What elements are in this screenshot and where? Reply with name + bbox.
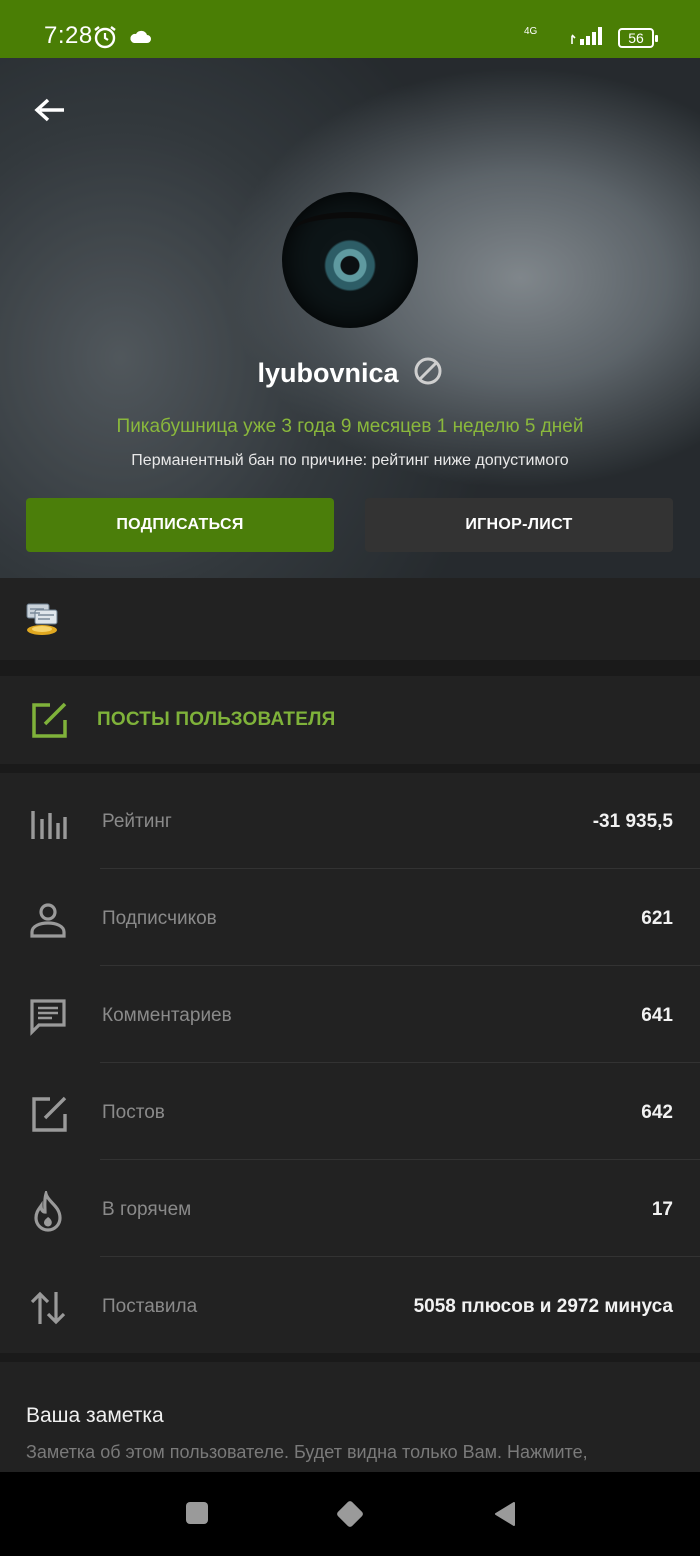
username-row: lyubovnica [0, 356, 700, 391]
stat-row-rating: Рейтинг -31 935,5 [0, 773, 700, 869]
flame-icon [28, 1187, 68, 1232]
stat-row-posts: Постов 642 [0, 1064, 700, 1160]
person-icon [28, 900, 68, 940]
stat-label: Рейтинг [102, 811, 172, 832]
stat-label: Подписчиков [102, 908, 217, 929]
stat-value: 621 [641, 908, 673, 929]
alarm-icon [92, 24, 118, 55]
back-button[interactable] [30, 91, 70, 131]
member-since: Пикабушница уже 3 года 9 месяцев 1 недел… [116, 416, 584, 437]
stat-label: Комментариев [102, 1005, 232, 1026]
status-bar: 7:28 4G 56 [0, 0, 700, 58]
stat-row-votes: Поставила 5058 плюсов и 2972 минуса [0, 1258, 700, 1354]
separator [0, 660, 700, 676]
user-note[interactable]: Ваша заметка Заметка об этом пользовател… [0, 1362, 700, 1472]
ignore-list-button[interactable]: ИГНОР-ЛИСТ [365, 498, 673, 552]
edit-icon [28, 700, 68, 745]
stat-value: -31 935,5 [592, 811, 673, 832]
user-posts-label: ПОСТЫ ПОЛЬЗОВАТЕЛЯ [97, 709, 336, 730]
status-right: 4G 56 [524, 24, 658, 51]
awards-row [0, 578, 700, 660]
home-button[interactable] [332, 1496, 368, 1537]
separator [0, 1353, 700, 1362]
avatar [282, 192, 418, 328]
subscribe-button[interactable]: ПОДПИСАТЬСЯ [26, 498, 334, 552]
status-time: 7:28 [44, 22, 93, 49]
separator [0, 764, 700, 773]
stat-row-subscribers: Подписчиков 621 [0, 870, 700, 966]
stat-row-comments: Комментариев 641 [0, 967, 700, 1063]
swap-vertical-icon [28, 1288, 68, 1328]
user-posts-link[interactable]: ПОСТЫ ПОЛЬЗОВАТЕЛЯ [0, 676, 700, 764]
stat-value: 641 [641, 1005, 673, 1026]
stat-value: 17 [651, 1199, 673, 1220]
note-hint: Заметка об этом пользователе. Будет видн… [26, 1442, 588, 1462]
battery-indicator: 56 [618, 27, 658, 48]
edit-icon [28, 1094, 68, 1134]
stats-list: Рейтинг -31 935,5 Подписчиков 621 Коммен… [0, 773, 700, 1353]
comment-icon [28, 997, 68, 1037]
stat-value: 5058 плюсов и 2972 минуса [413, 1296, 673, 1317]
stat-label: Поставила [102, 1296, 198, 1317]
stat-label: В горячем [102, 1199, 192, 1220]
ban-icon [413, 356, 443, 391]
username: lyubovnica [257, 358, 399, 388]
stat-row-hot: В горячем 17 [0, 1161, 700, 1257]
system-navigation-bar [0, 1472, 700, 1556]
network-type: 4G [524, 26, 538, 37]
ban-reason: Перманентный бан по причине: рейтинг ниж… [131, 452, 569, 469]
recent-apps-button[interactable] [184, 1500, 210, 1531]
bar-chart-icon [28, 803, 68, 843]
cloud-icon [128, 28, 152, 49]
profile-header: lyubovnica Пикабушница уже 3 года 9 меся… [0, 58, 700, 578]
stat-value: 642 [641, 1102, 673, 1123]
note-title: Ваша заметка [26, 1404, 164, 1427]
stat-label: Постов [102, 1102, 165, 1123]
signal-icon [570, 24, 610, 51]
back-nav-button[interactable] [492, 1500, 518, 1533]
arrow-left-icon [34, 98, 64, 122]
award-icon[interactable] [24, 600, 60, 643]
